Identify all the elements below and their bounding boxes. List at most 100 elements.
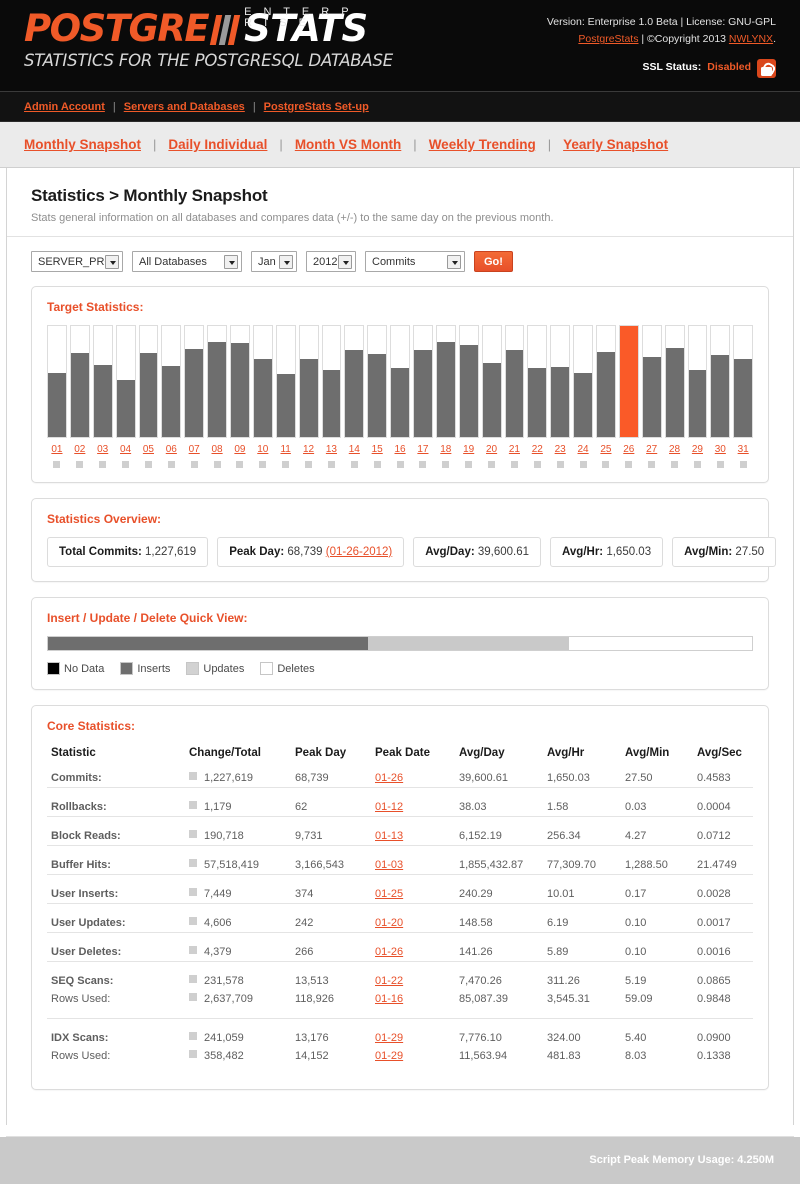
nwlynx-link[interactable]: NWLYNX [729,33,773,45]
chart-bar-31[interactable] [733,325,753,438]
main-nav-item-yearly-snapshot[interactable]: Yearly Snapshot [563,137,668,152]
chart-bar-13[interactable] [322,325,342,438]
chart-bar-15[interactable] [367,325,387,438]
main-nav-item-daily-individual[interactable]: Daily Individual [168,137,267,152]
chart-day-label-26[interactable]: 26 [619,444,639,455]
chart-day-label-12[interactable]: 12 [299,444,319,455]
chart-day-label-07[interactable]: 07 [184,444,204,455]
chart-bar-22[interactable] [527,325,547,438]
chart-day-label-29[interactable]: 29 [688,444,708,455]
chart-day-label-15[interactable]: 15 [367,444,387,455]
chart-bar-29[interactable] [688,325,708,438]
admin-nav-item-servers-and-databases[interactable]: Servers and Databases [124,101,245,113]
chart-bar-25[interactable] [596,325,616,438]
chart-day-label-17[interactable]: 17 [413,444,433,455]
chart-bar-28[interactable] [665,325,685,438]
chart-bar-18[interactable] [436,325,456,438]
chart-day-label-06[interactable]: 06 [161,444,181,455]
column-header-avg-hr: Avg/Hr [543,744,621,768]
chart-day-label-05[interactable]: 05 [139,444,159,455]
postgrestats-link[interactable]: PostgreStats [578,33,638,45]
chart-bar-05[interactable] [139,325,159,438]
chart-bar-14[interactable] [344,325,364,438]
chart-bar-19[interactable] [459,325,479,438]
chart-bar-17[interactable] [413,325,433,438]
chart-day-label-18[interactable]: 18 [436,444,456,455]
chart-bar-07[interactable] [184,325,204,438]
chart-bar-23[interactable] [550,325,570,438]
table-row: IDX Scans:241,05913,17601-297,776.10324.… [47,1019,753,1048]
chart-day-label-20[interactable]: 20 [482,444,502,455]
chart-bar-27[interactable] [642,325,662,438]
metric-select[interactable]: Commits [365,251,465,272]
go-button[interactable]: Go! [474,251,513,272]
chart-bar-08[interactable] [207,325,227,438]
chart-day-label-14[interactable]: 14 [344,444,364,455]
chart-day-label-03[interactable]: 03 [93,444,113,455]
peak-date-link[interactable]: 01-29 [375,1050,403,1062]
chart-day-label-13[interactable]: 13 [322,444,342,455]
main-nav-item-monthly-snapshot[interactable]: Monthly Snapshot [24,137,141,152]
metric-select-value: Commits [372,256,415,268]
peak-date-link[interactable]: 01-12 [375,801,403,813]
chart-day-label-21[interactable]: 21 [505,444,525,455]
peak-date-link[interactable]: 01-03 [375,859,403,871]
chart-bar-24[interactable] [573,325,593,438]
chart-day-label-01[interactable]: 01 [47,444,67,455]
chart-bar-20[interactable] [482,325,502,438]
chart-bar-26[interactable] [619,325,639,438]
chart-day-label-19[interactable]: 19 [459,444,479,455]
chart-bar-16[interactable] [390,325,410,438]
chart-day-label-10[interactable]: 10 [253,444,273,455]
chart-day-label-23[interactable]: 23 [550,444,570,455]
chart-day-label-25[interactable]: 25 [596,444,616,455]
chart-bar-30[interactable] [710,325,730,438]
peak-date-link[interactable]: 01-25 [375,888,403,900]
chart-bar-03[interactable] [93,325,113,438]
quickview-legend-item: Deletes [260,662,314,675]
chart-bar-11[interactable] [276,325,296,438]
month-select[interactable]: Jan [251,251,297,272]
year-select[interactable]: 2012 [306,251,356,272]
chart-day-label-16[interactable]: 16 [390,444,410,455]
chart-day-label-22[interactable]: 22 [527,444,547,455]
chart-bar-02[interactable] [70,325,90,438]
chart-bar-04[interactable] [116,325,136,438]
chart-day-label-30[interactable]: 30 [710,444,730,455]
peak-date-link[interactable]: 01-26 [375,772,403,784]
database-select[interactable]: All Databases [132,251,242,272]
main-nav-item-weekly-trending[interactable]: Weekly Trending [429,137,536,152]
chart-bar-01[interactable] [47,325,67,438]
cell-peak-day: 118,926 [291,990,371,1019]
cell-avg-sec: 0.0712 [693,817,753,846]
chart-bar-21[interactable] [505,325,525,438]
no-change-icon [648,461,655,468]
nav-separator: | [153,137,156,152]
chart-day-label-27[interactable]: 27 [642,444,662,455]
chart-bar-09[interactable] [230,325,250,438]
peak-date-link[interactable]: 01-26 [375,946,403,958]
peak-date-link[interactable]: 01-29 [375,1032,403,1044]
peak-date-link[interactable]: 01-13 [375,830,403,842]
chart-day-label-04[interactable]: 04 [116,444,136,455]
target-statistics-panel: Target Statistics: 010203040506070809101… [31,286,769,483]
admin-nav-item-admin-account[interactable]: Admin Account [24,101,105,113]
overview-card-date-link[interactable]: (01-26-2012) [326,546,392,558]
main-nav-item-month-vs-month[interactable]: Month VS Month [295,137,401,152]
chart-bar-12[interactable] [299,325,319,438]
peak-date-link[interactable]: 01-20 [375,917,403,929]
peak-date-link[interactable]: 01-22 [375,975,403,987]
chart-day-label-02[interactable]: 02 [70,444,90,455]
chart-day-label-09[interactable]: 09 [230,444,250,455]
chart-day-label-08[interactable]: 08 [207,444,227,455]
chart-bar-10[interactable] [253,325,273,438]
table-header-row: Statistic Change/Total Peak Day Peak Dat… [47,744,753,768]
chart-bar-06[interactable] [161,325,181,438]
chart-day-label-31[interactable]: 31 [733,444,753,455]
server-select[interactable]: SERVER_PRO [31,251,123,272]
admin-nav-item-postgrestats-setup[interactable]: PostgreStats Set-up [264,101,369,113]
chart-day-label-24[interactable]: 24 [573,444,593,455]
peak-date-link[interactable]: 01-16 [375,993,403,1005]
chart-day-label-28[interactable]: 28 [665,444,685,455]
chart-day-label-11[interactable]: 11 [276,444,296,455]
